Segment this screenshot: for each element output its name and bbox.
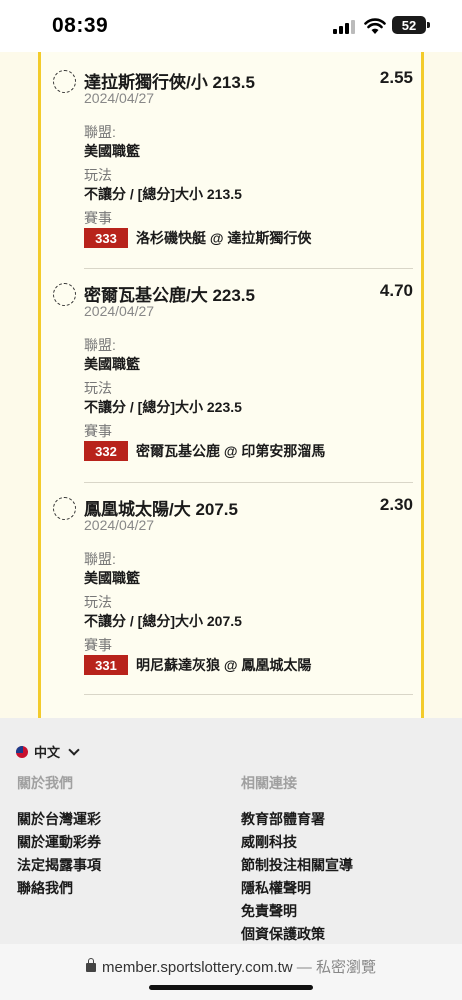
footer-link[interactable]: 法定揭露事項: [17, 856, 101, 875]
play-label: 玩法: [84, 594, 112, 610]
bet-card: 達拉斯獨行俠/小 213.5 2.55 2024/04/27 聯盟: 美國職籃 …: [38, 52, 424, 718]
play-value: 不讓分 / [總分]大小 213.5: [84, 186, 242, 202]
match-row: 331 明尼蘇達灰狼 @ 鳳凰城太陽: [84, 655, 311, 675]
battery-icon: 52: [392, 16, 430, 34]
bet-odds: 2.55: [379, 68, 413, 87]
browser-address-bar[interactable]: member.sportslottery.com.tw — 私密瀏覽: [0, 944, 462, 1000]
league-label: 聯盟:: [84, 124, 116, 140]
league-label: 聯盟:: [84, 337, 116, 353]
divider: [84, 482, 413, 483]
league-value: 美國職籃: [84, 356, 140, 372]
cellular-signal-icon: [333, 20, 355, 34]
private-browsing-label: 私密瀏覽: [315, 959, 376, 976]
bet-item: 鳳凰城太陽/大 207.5 2.30 2024/04/27 聯盟: 美國職籃 玩…: [49, 485, 413, 697]
play-value: 不讓分 / [總分]大小 223.5: [84, 399, 242, 415]
language-label: 中文: [34, 745, 61, 760]
language-selector[interactable]: 中文: [16, 742, 80, 761]
bet-item: 達拉斯獨行俠/小 213.5 2.55 2024/04/27 聯盟: 美國職籃 …: [49, 58, 413, 270]
url-separator: —: [292, 959, 316, 976]
play-value: 不讓分 / [總分]大小 207.5: [84, 613, 242, 629]
bet-date: 2024/04/27: [84, 90, 155, 106]
select-circle-icon[interactable]: [53, 497, 76, 520]
event-label: 賽事: [84, 423, 112, 439]
league-value: 美國職籃: [84, 570, 140, 586]
about-links: 關於台灣運彩 關於運動彩券 法定揭露事項 聯絡我們: [17, 810, 101, 898]
match-number-badge: 331: [84, 655, 128, 675]
footer-link[interactable]: 節制投注相關宣導: [241, 856, 353, 875]
play-label: 玩法: [84, 380, 112, 396]
divider: [84, 694, 413, 695]
divider: [84, 268, 413, 269]
select-circle-icon[interactable]: [53, 70, 76, 93]
footer-link[interactable]: 關於台灣運彩: [17, 810, 101, 829]
footer-link[interactable]: 免責聲明: [241, 902, 353, 921]
bet-date: 2024/04/27: [84, 303, 155, 319]
related-heading: 相關連接: [241, 775, 297, 791]
select-circle-icon[interactable]: [53, 283, 76, 306]
event-label: 賽事: [84, 637, 112, 653]
related-links: 教育部體育署 威剛科技 節制投注相關宣導 隱私權聲明 免責聲明 個資保護政策: [241, 810, 353, 944]
bet-odds: 2.30: [379, 495, 413, 514]
bet-item: 密爾瓦基公鹿/大 223.5 4.70 2024/04/27 聯盟: 美國職籃 …: [49, 271, 413, 483]
match-number-badge: 332: [84, 441, 128, 461]
url-domain: member.sportslottery.com.tw: [102, 959, 293, 976]
match-name: 明尼蘇達灰狼 @ 鳳凰城太陽: [136, 657, 312, 673]
site-footer: 中文 關於我們 關於台灣運彩 關於運動彩券 法定揭露事項 聯絡我們 相關連接 教…: [0, 718, 462, 944]
footer-link[interactable]: 教育部體育署: [241, 810, 353, 829]
address-text[interactable]: member.sportslottery.com.tw — 私密瀏覽: [0, 956, 462, 977]
bet-date: 2024/04/27: [84, 517, 155, 533]
chevron-down-icon: [68, 743, 80, 756]
match-row: 332 密爾瓦基公鹿 @ 印第安那溜馬: [84, 441, 325, 461]
footer-link[interactable]: 關於運動彩券: [17, 833, 101, 852]
lock-icon: [86, 958, 97, 972]
bet-list-area: 達拉斯獨行俠/小 213.5 2.55 2024/04/27 聯盟: 美國職籃 …: [0, 52, 462, 718]
footer-link[interactable]: 威剛科技: [241, 833, 353, 852]
footer-link[interactable]: 隱私權聲明: [241, 879, 353, 898]
taiwan-flag-icon: [16, 745, 28, 758]
wifi-icon: [364, 18, 386, 34]
status-bar: 08:39 52: [0, 0, 462, 52]
event-label: 賽事: [84, 210, 112, 226]
play-label: 玩法: [84, 167, 112, 183]
bet-odds: 4.70: [379, 281, 413, 300]
league-value: 美國職籃: [84, 143, 140, 159]
about-heading: 關於我們: [17, 775, 73, 791]
footer-link[interactable]: 聯絡我們: [17, 879, 101, 898]
match-row: 333 洛杉磯快艇 @ 達拉斯獨行俠: [84, 228, 311, 248]
match-name: 密爾瓦基公鹿 @ 印第安那溜馬: [136, 443, 326, 459]
footer-link[interactable]: 個資保護政策: [241, 925, 353, 944]
match-name: 洛杉磯快艇 @ 達拉斯獨行俠: [136, 230, 312, 246]
match-number-badge: 333: [84, 228, 128, 248]
league-label: 聯盟:: [84, 551, 116, 567]
home-indicator[interactable]: [149, 985, 313, 990]
status-time: 08:39: [52, 14, 109, 37]
